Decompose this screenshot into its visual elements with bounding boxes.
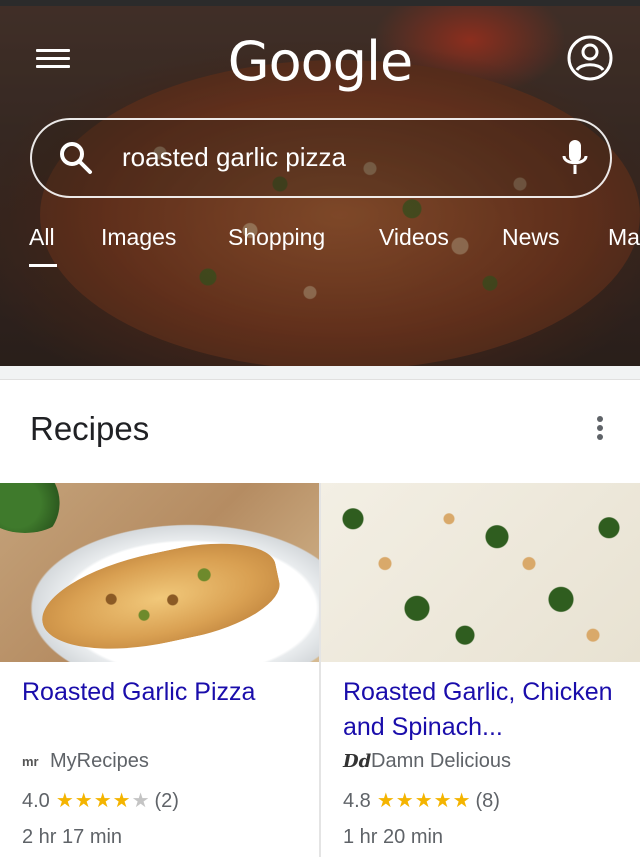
recipe-source: mr MyRecipes	[22, 750, 149, 773]
recipe-thumbnail[interactable]	[0, 483, 320, 662]
recipe-source: DdDamn Delicious	[343, 750, 511, 773]
recipe-title[interactable]: Roasted Garlic Pizza	[22, 675, 312, 710]
star-filled-icon: ★	[74, 790, 94, 812]
star-filled-icon: ★	[452, 790, 472, 812]
search-header: Google All Images Shopping Videos News M…	[0, 0, 640, 366]
search-input[interactable]	[122, 142, 542, 173]
source-name: MyRecipes	[50, 750, 149, 773]
source-name: Damn Delicious	[371, 750, 512, 773]
star-filled-icon: ★	[112, 790, 132, 812]
rating-value: 4.0	[22, 790, 50, 812]
recipe-title[interactable]: Roasted Garlic, Chicken and Spinach...	[343, 675, 633, 745]
section-divider	[0, 366, 640, 380]
tab-all[interactable]: All	[29, 224, 55, 251]
tab-videos[interactable]: Videos	[379, 224, 449, 251]
star-filled-icon: ★	[414, 790, 434, 812]
star-filled-icon: ★	[55, 790, 75, 812]
search-bar[interactable]	[30, 118, 612, 198]
myrecipes-logo-icon: mr	[22, 754, 39, 770]
rating-value: 4.8	[343, 790, 371, 812]
tab-maps[interactable]: Ma	[608, 224, 640, 251]
recipe-rating: 4.8 ★★★★★ (8)	[343, 788, 500, 813]
status-bar	[0, 0, 640, 6]
damn-delicious-logo-icon: Dd	[343, 751, 372, 773]
star-filled-icon: ★	[376, 790, 396, 812]
tab-shopping[interactable]: Shopping	[228, 224, 325, 251]
microphone-icon[interactable]	[560, 138, 590, 178]
review-count: (2)	[154, 790, 179, 812]
star-empty-icon: ★	[131, 790, 151, 812]
recipe-rating: 4.0 ★★★★★ (2)	[22, 788, 179, 813]
recipe-time: 1 hr 20 min	[343, 826, 444, 848]
account-icon[interactable]	[566, 34, 614, 82]
search-tabs: All Images Shopping Videos News Ma	[0, 224, 640, 268]
google-logo[interactable]: Google	[0, 30, 640, 93]
star-rating-icon: ★★★★★	[56, 788, 151, 813]
star-rating-icon: ★★★★★	[377, 788, 472, 813]
tab-images[interactable]: Images	[101, 224, 176, 251]
review-count: (8)	[475, 790, 500, 812]
active-tab-indicator	[29, 264, 57, 267]
star-filled-icon: ★	[433, 790, 453, 812]
search-icon[interactable]	[58, 140, 94, 176]
recipe-time: 2 hr 17 min	[22, 826, 123, 848]
recipe-card[interactable]: Roasted Garlic Pizza mr MyRecipes 4.0 ★★★★…	[0, 483, 320, 857]
recipe-thumbnail[interactable]	[321, 483, 640, 662]
more-options-icon[interactable]	[590, 414, 610, 444]
recipe-card[interactable]: Roasted Garlic, Chicken and Spinach... D…	[321, 483, 640, 857]
star-filled-icon: ★	[93, 790, 113, 812]
star-filled-icon: ★	[395, 790, 415, 812]
tab-news[interactable]: News	[502, 224, 560, 251]
section-title: Recipes	[30, 410, 150, 447]
